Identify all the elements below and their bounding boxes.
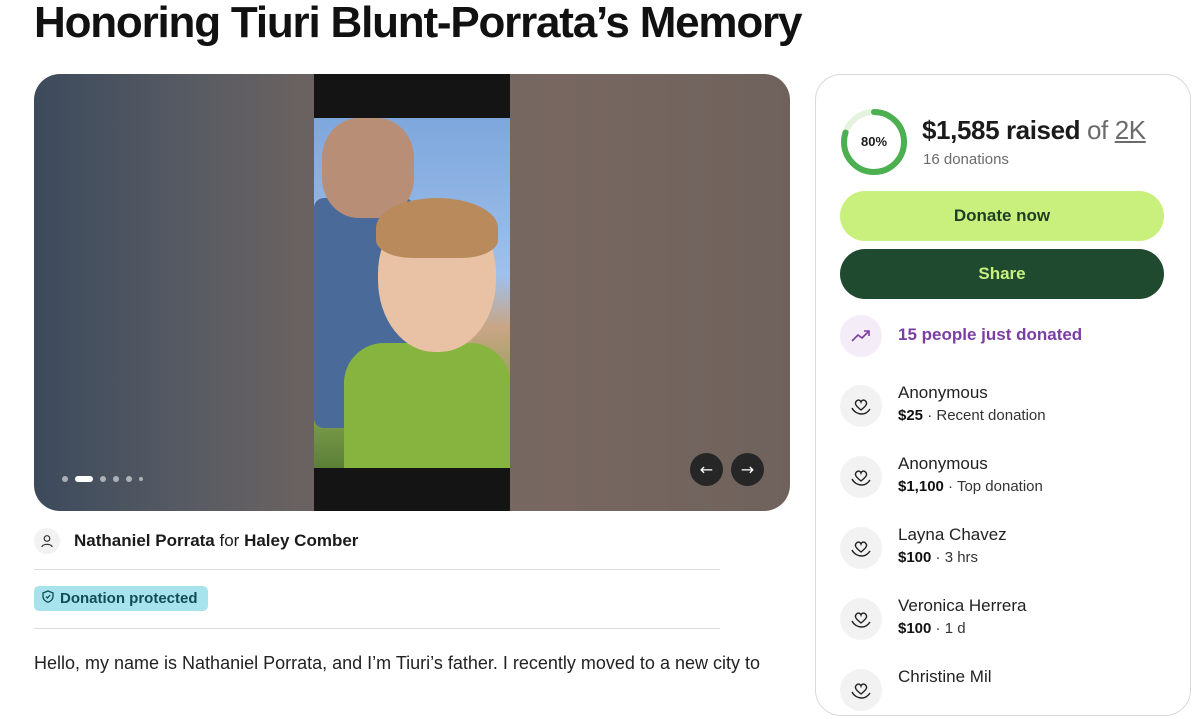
gallery-prev-button[interactable]: ←	[690, 453, 723, 486]
gallery-pagination[interactable]	[62, 476, 143, 482]
gallery-dot[interactable]	[139, 477, 143, 481]
photo-gallery[interactable]: ← →	[34, 74, 790, 511]
donor-name: Layna Chavez	[898, 525, 1007, 544]
donation-amount: $100	[898, 620, 932, 637]
donation-count: 16 donations	[923, 151, 1009, 168]
gallery-photo	[314, 74, 510, 511]
shield-icon	[42, 590, 54, 607]
gallery-dot[interactable]	[62, 476, 68, 482]
donation-item: Layna Chavez $100 · 3 hrs	[840, 525, 1170, 577]
donation-item: Veronica Herrera $100 · 1 d	[840, 596, 1170, 648]
share-button[interactable]: Share	[840, 249, 1164, 299]
heart-hand-icon	[840, 527, 882, 569]
donation-protected-badge[interactable]: Donation protected	[34, 586, 208, 611]
raised-of: of	[1086, 115, 1108, 145]
donation-note: · Top donation	[943, 478, 1043, 495]
goal-amount[interactable]: 2K	[1115, 115, 1146, 145]
donor-name: Anonymous	[898, 383, 988, 402]
donate-now-button[interactable]: Donate now	[840, 191, 1164, 241]
heart-hand-icon	[840, 598, 882, 640]
person-icon	[34, 528, 60, 554]
heart-hand-icon	[840, 669, 882, 711]
page-title: Honoring Tiuri Blunt-Porrata’s Memory	[34, 0, 802, 47]
raised-amount: $1,585 raised	[922, 115, 1081, 145]
heart-hand-icon	[840, 385, 882, 427]
gallery-next-button[interactable]: →	[731, 453, 764, 486]
organizer-line: Nathaniel Porrata for Haley Comber	[34, 528, 358, 554]
beneficiary-name[interactable]: Haley Comber	[244, 531, 358, 550]
progress-percent: 80%	[860, 134, 888, 149]
organizer-name[interactable]: Nathaniel Porrata	[74, 531, 215, 550]
heart-hand-icon	[840, 456, 882, 498]
donor-name: Veronica Herrera	[898, 596, 1027, 615]
story-text: Hello, my name is Nathaniel Porrata, and…	[34, 653, 760, 673]
amount-raised: $1,585 raised of 2K	[922, 115, 1146, 146]
gallery-dot[interactable]	[100, 476, 106, 482]
donor-name: Anonymous	[898, 454, 988, 473]
gallery-dot[interactable]	[126, 476, 132, 482]
divider	[34, 569, 720, 570]
donation-note: · 3 hrs	[931, 549, 979, 566]
donation-amount: $1,100	[898, 478, 944, 495]
organizer-for: for	[219, 531, 240, 550]
recent-activity-text[interactable]: 15 people just donated	[898, 325, 1082, 345]
gallery-dot[interactable]	[113, 476, 119, 482]
donation-note: · Recent donation	[923, 407, 1046, 424]
trending-up-icon	[840, 315, 882, 357]
gallery-dot-active[interactable]	[75, 476, 93, 482]
donation-item: Anonymous $1,100 · Top donation	[840, 454, 1170, 506]
donor-name: Christine Mil	[898, 667, 992, 686]
donation-item: Christine Mil	[840, 667, 1170, 719]
donation-note: · 1 d	[931, 620, 966, 637]
donation-amount: $100	[898, 549, 932, 566]
donation-protected-label: Donation protected	[60, 590, 198, 607]
donation-item: Anonymous $25 · Recent donation	[840, 383, 1170, 435]
donation-amount: $25	[898, 407, 924, 424]
donation-sidebar: 80% $1,585 raised of 2K 16 donations Don…	[815, 74, 1191, 716]
divider	[34, 628, 720, 629]
